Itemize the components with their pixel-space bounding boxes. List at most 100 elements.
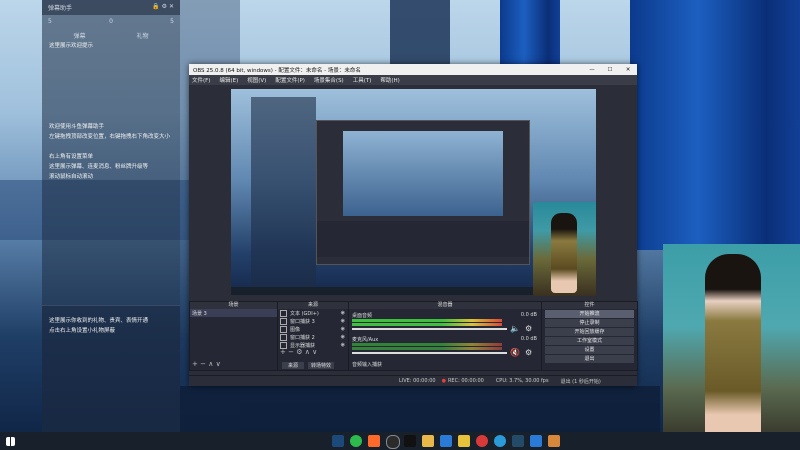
volume-slider[interactable]: [352, 328, 507, 330]
photo-window[interactable]: [533, 203, 596, 296]
menu-help[interactable]: 帮助(H): [380, 76, 399, 84]
tab-danmu[interactable]: 弹幕: [73, 31, 85, 40]
remove-icon[interactable]: −: [288, 348, 294, 356]
menu-tools[interactable]: 工具(T): [353, 76, 372, 84]
add-icon[interactable]: +: [280, 348, 286, 356]
menu-file[interactable]: 文件(F): [192, 76, 210, 84]
eye-icon[interactable]: ◉: [341, 318, 345, 324]
tiktok-icon[interactable]: [404, 435, 416, 447]
volume-meter: [352, 319, 502, 322]
replay-buffer-button[interactable]: 开始回放缓存: [545, 328, 634, 336]
mixer-dock[interactable]: 混音器 桌面音频 0.0 dB 🔈 ⚙ 麦克风/Aux 0.0 dB 🔇 ⚙ 音…: [348, 301, 542, 371]
nested-docks: [317, 221, 529, 257]
live-status: LIVE: 00:00:00: [399, 378, 436, 384]
volume-slider[interactable]: [352, 352, 507, 354]
app-icon[interactable]: [548, 435, 560, 447]
stat-value: 5: [48, 18, 52, 25]
volume-meter: [352, 343, 502, 346]
scenes-dock[interactable]: 场景 场景 3 + − ∧ ∨: [189, 301, 278, 371]
gear-icon[interactable]: ⚙: [525, 348, 532, 357]
wallpaper-building: [390, 0, 450, 64]
netease-music-icon[interactable]: [476, 435, 488, 447]
tab-sources[interactable]: 来源: [282, 362, 305, 369]
steam-icon[interactable]: [332, 435, 344, 447]
add-icon[interactable]: +: [192, 360, 198, 368]
steam2-icon[interactable]: [512, 435, 524, 447]
channel-name: 音频输入捕获: [352, 362, 383, 368]
tab-transitions[interactable]: 转场特效: [308, 362, 335, 369]
scene-name: 场景 3: [192, 310, 207, 317]
qq-music-icon[interactable]: [458, 435, 470, 447]
maximize-button[interactable]: ☐: [601, 67, 619, 73]
photo-window-large[interactable]: [663, 244, 800, 450]
sources-dock[interactable]: 来源 文本 (GDI+) ◉ 窗口捕获 3 ◉ 图像 ◉ 窗口捕获 2 ◉ 显示器捕获 ◉…: [277, 301, 349, 371]
eye-icon[interactable]: ◉: [341, 342, 345, 348]
gear-icon[interactable]: ⚙: [296, 348, 302, 356]
exit-button[interactable]: 退出: [545, 355, 634, 363]
minimize-button[interactable]: —: [583, 67, 601, 73]
obs-titlebar[interactable]: OBS 25.0.8 (64 bit, windows) - 配置文件：未命名 …: [189, 64, 637, 75]
menu-view[interactable]: 视图(V): [247, 76, 266, 84]
gear-icon[interactable]: ⚙: [525, 324, 532, 333]
down-icon[interactable]: ∨: [216, 360, 221, 368]
dock-title: 场景: [190, 302, 277, 309]
source-tabs: 来源 转场特效: [282, 362, 335, 369]
windows-taskbar: [0, 432, 800, 450]
eye-icon[interactable]: ◉: [341, 326, 345, 332]
source-item[interactable]: 窗口捕获 2 ◉: [278, 333, 348, 341]
speaker-icon[interactable]: 🔈: [510, 324, 520, 333]
obs-icon[interactable]: [386, 435, 400, 449]
gift-panel: 这里展示你收到的礼物、贵宾、表情开通 点击右上角设置小礼物屏蔽: [42, 305, 180, 433]
wechat-icon[interactable]: [350, 435, 362, 447]
remove-icon[interactable]: −: [200, 360, 206, 368]
chat-header-controls[interactable]: 🔒 ⚙ ✕: [152, 3, 174, 12]
controls-dock[interactable]: 控件 开始推流 停止录制 开始回放缓存 工作室模式 设置 退出: [541, 301, 638, 371]
source-name: 图像: [290, 326, 301, 333]
dock-title: 控件: [542, 302, 637, 309]
wallpaper-floor: [180, 386, 660, 432]
wallpaper-curtain: [630, 0, 800, 250]
studio-mode-button[interactable]: 工作室模式: [545, 337, 634, 345]
chat-header: 弹幕助手 🔒 ⚙ ✕: [42, 0, 180, 15]
window-icon: [280, 317, 287, 325]
up-icon[interactable]: ∧: [305, 348, 310, 356]
tab-gift[interactable]: 礼物: [136, 31, 148, 40]
scene-status: 退出 (1 秒后开始): [560, 378, 601, 385]
stop-recording-button[interactable]: 停止录制: [545, 319, 634, 327]
speaker-muted-icon[interactable]: 🔇: [510, 348, 520, 357]
eye-icon[interactable]: ◉: [341, 334, 345, 340]
source-item[interactable]: 文本 (GDI+) ◉: [278, 309, 348, 317]
channel-name: 桌面音频: [352, 313, 373, 319]
down-icon[interactable]: ∨: [312, 348, 317, 356]
scene-item[interactable]: 场景 3: [190, 309, 277, 317]
chat-message: 这里展示欢迎提示: [49, 43, 94, 49]
stat-value: 0: [109, 18, 113, 25]
folder-icon[interactable]: [422, 435, 434, 447]
settings-button[interactable]: 设置: [545, 346, 634, 354]
eye-icon[interactable]: ◉: [341, 310, 345, 316]
obs-statusbar: LIVE: 00:00:00 ● REC: 00:00:00 CPU: 3.7%…: [189, 375, 637, 386]
douyu-icon[interactable]: [368, 435, 380, 447]
danmu-chat-panel[interactable]: 弹幕助手 🔒 ⚙ ✕ 5 0 5 弹幕 礼物 这里展示欢迎提示 欢迎使用斗鱼弹幕…: [42, 0, 180, 433]
windows-icon[interactable]: [6, 437, 15, 446]
edge-icon[interactable]: [494, 435, 506, 447]
woman-figure: [705, 254, 761, 450]
source-item[interactable]: 图像 ◉: [278, 325, 348, 333]
chat-message: 欢迎使用斗鱼弹幕助手: [49, 124, 105, 130]
start-streaming-button[interactable]: 开始推流: [545, 310, 634, 318]
photos-icon[interactable]: [440, 435, 452, 447]
obs-title: OBS 25.0.8 (64 bit, windows) - 配置文件：未命名 …: [193, 67, 361, 74]
gift-message: 点击右上角设置小礼物屏蔽: [49, 328, 116, 334]
menu-profile[interactable]: 配置文件(P): [275, 76, 305, 84]
rec-status: REC: 00:00:00: [447, 378, 484, 384]
menu-scene-collection[interactable]: 场景集合(S): [314, 76, 344, 84]
chat-message: 滚动鼠标自动滚动: [49, 174, 94, 180]
window-icon: [280, 333, 287, 341]
chat-message: 左键拖拽顶部改变位置，右键拖拽右下角改变大小: [49, 134, 171, 140]
menu-edit[interactable]: 编辑(E): [219, 76, 238, 84]
store-icon[interactable]: [530, 435, 542, 447]
close-button[interactable]: ✕: [619, 67, 637, 73]
source-item[interactable]: 窗口捕获 3 ◉: [278, 317, 348, 325]
chat-message: 这里展示弹幕、连麦消息、粉丝牌升级等: [49, 164, 149, 170]
up-icon[interactable]: ∧: [208, 360, 213, 368]
